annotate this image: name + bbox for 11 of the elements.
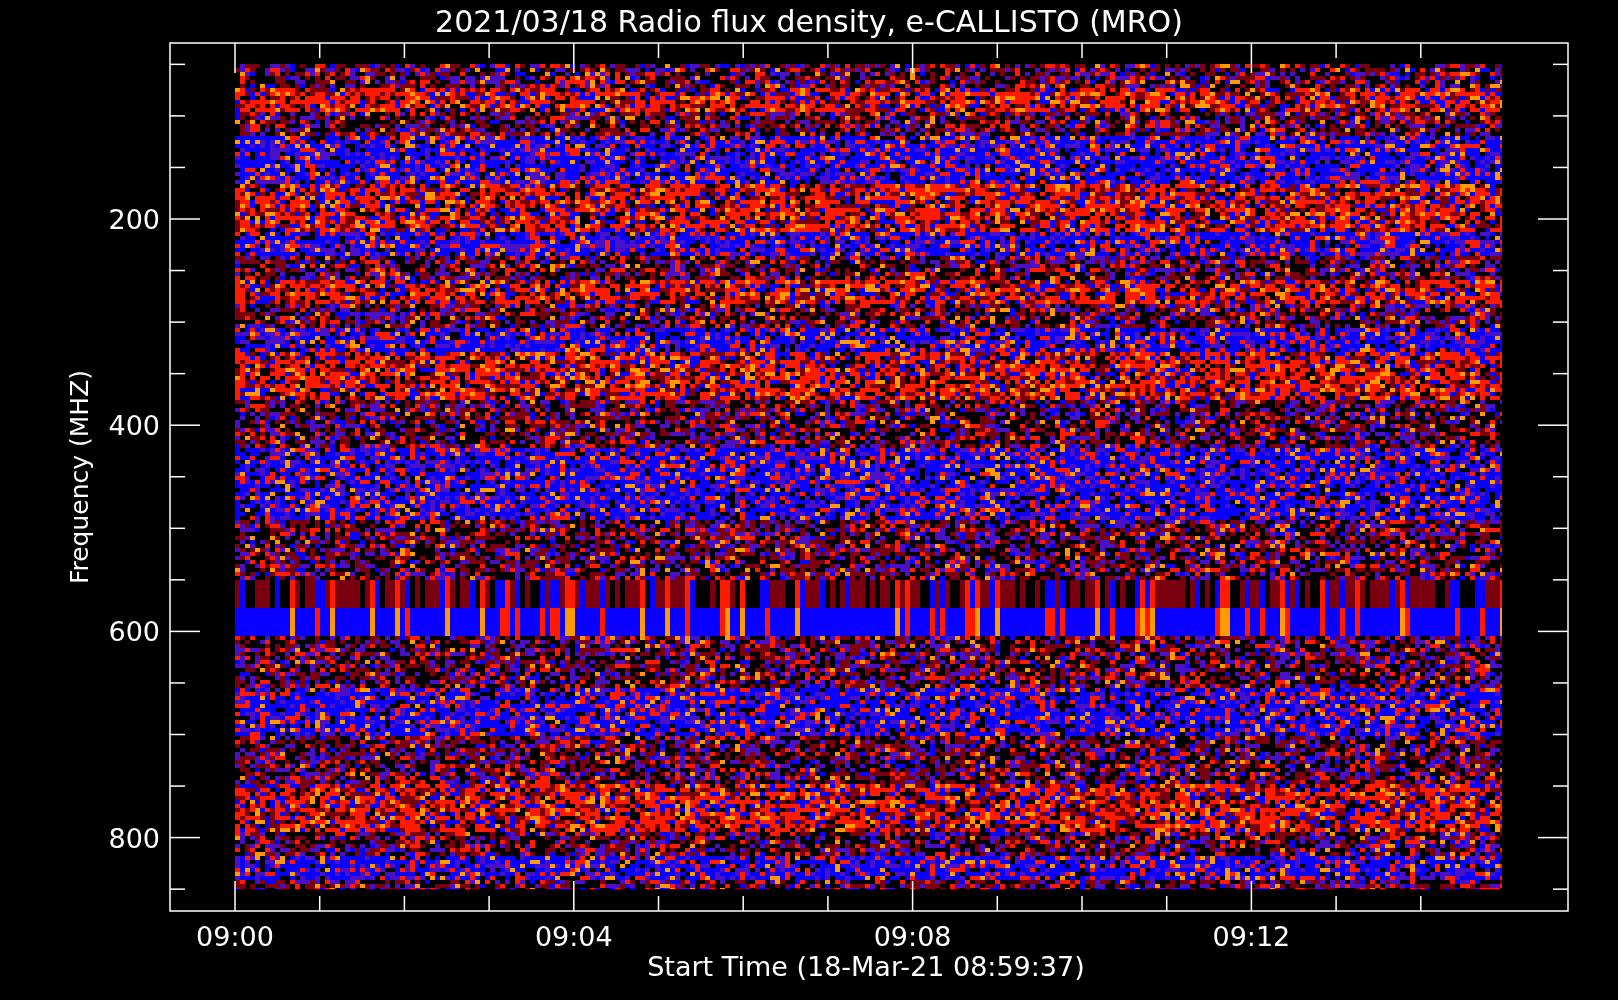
x-tick-label: 09:04 (534, 921, 613, 952)
y-tick-label: 600 (108, 616, 160, 648)
chart-title: 2021/03/18 Radio flux density, e-CALLISTO (MRO) (435, 4, 1183, 39)
x-axis-label: Start Time (18-Mar-21 08:59:37) (647, 951, 1085, 982)
y-tick-label: 800 (108, 822, 160, 854)
x-tick-label: 09:08 (873, 921, 952, 952)
y-tick-label: 400 (108, 410, 160, 442)
x-tick-label: 09:12 (1212, 921, 1291, 952)
y-tick-label: 200 (108, 204, 160, 235)
y-axis-label: Frequency (MHZ) (65, 369, 94, 585)
x-tick-label: 09:00 (196, 921, 274, 952)
